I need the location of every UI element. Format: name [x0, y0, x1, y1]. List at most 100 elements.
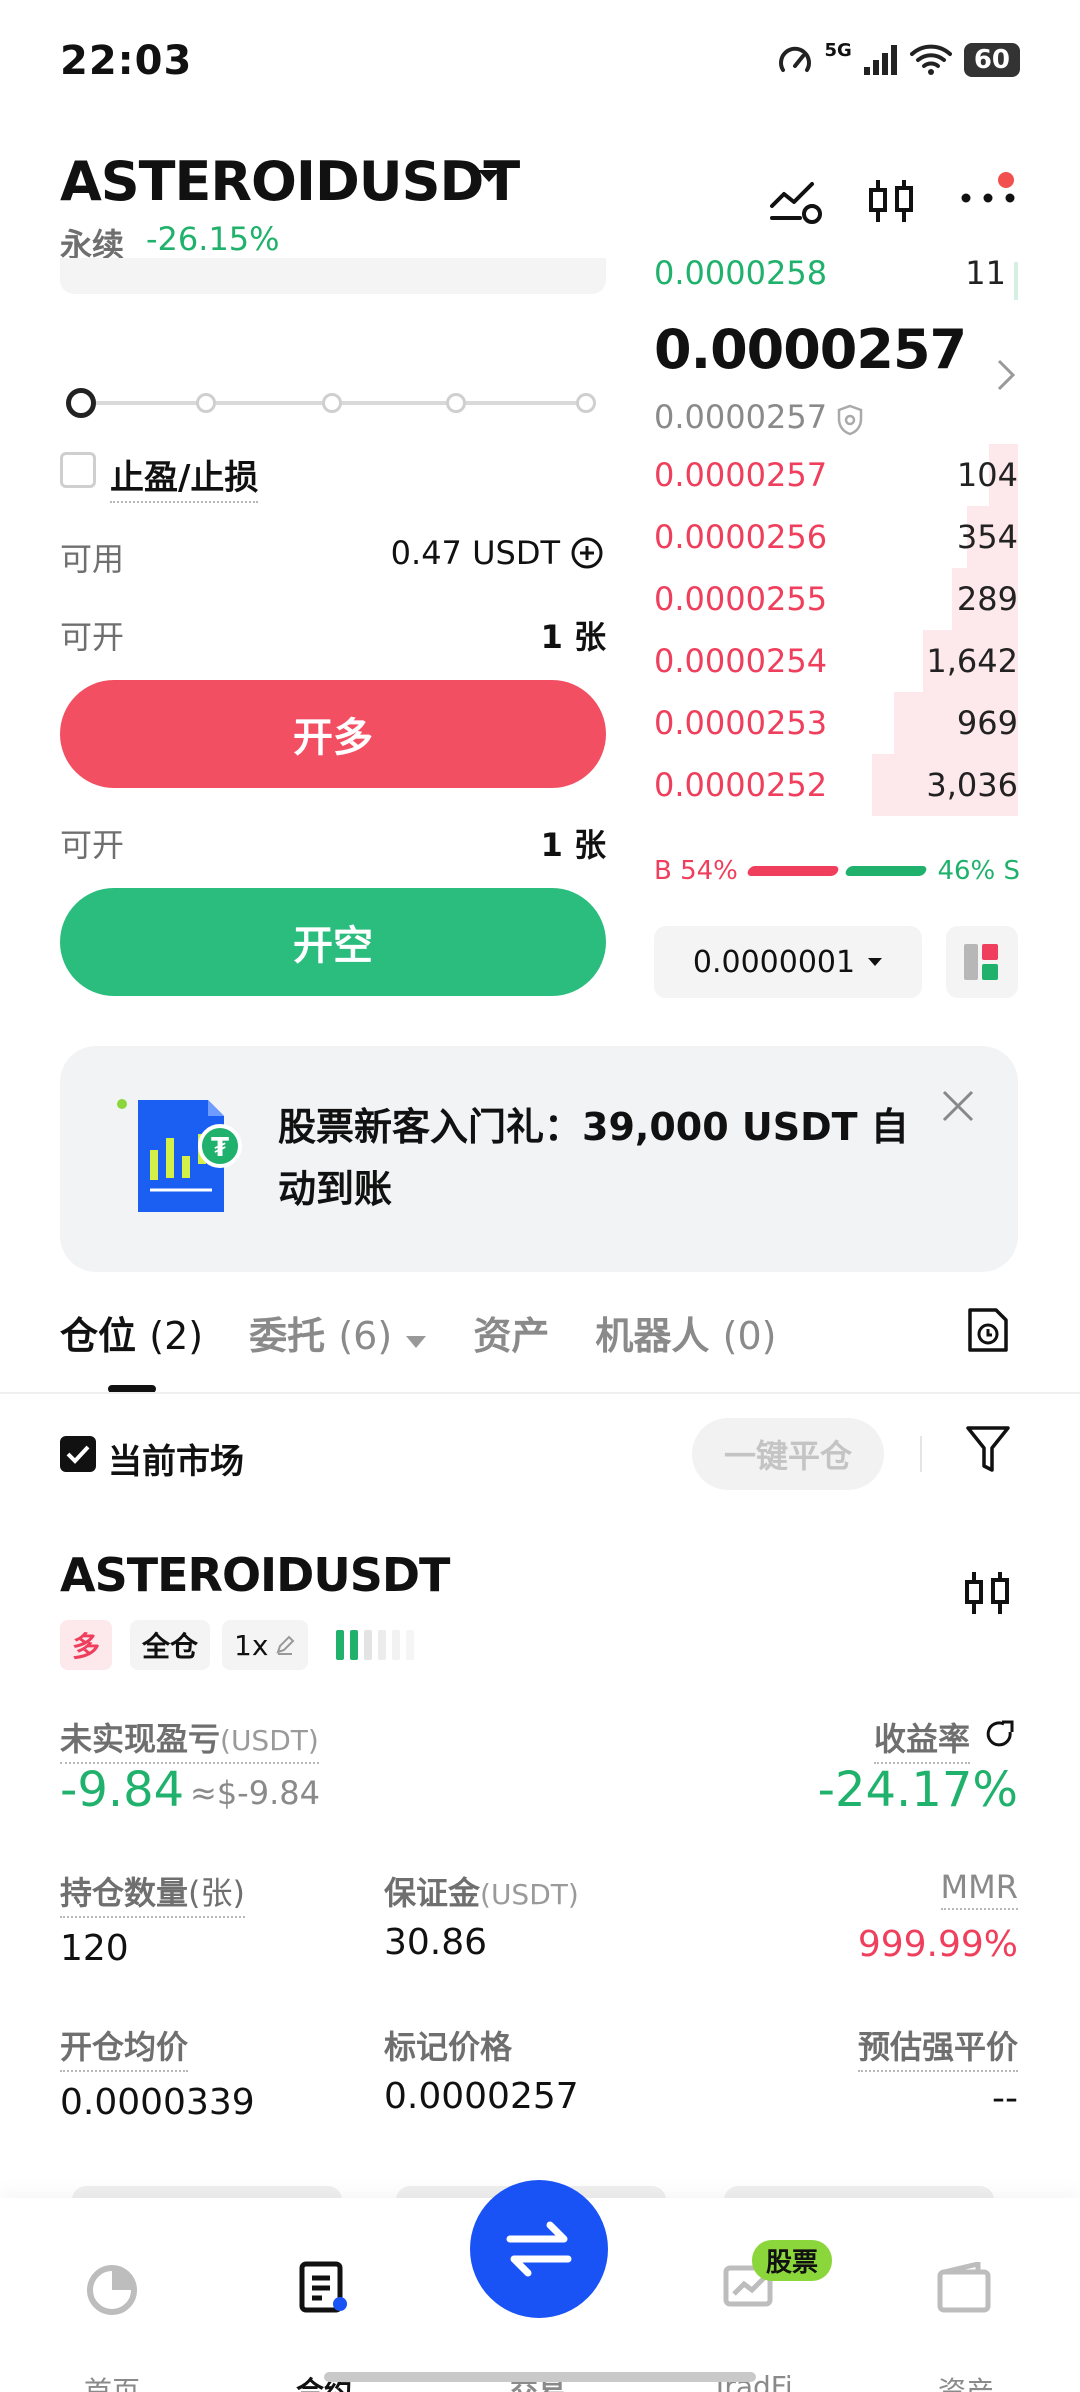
- bid-row[interactable]: 0.0000257 104: [654, 444, 1018, 506]
- slider-handle[interactable]: [66, 388, 96, 418]
- available-label: 可用: [60, 540, 125, 578]
- can-open-short-label: 可开: [60, 826, 125, 864]
- bid-qty: 969: [956, 704, 1018, 742]
- slider-step[interactable]: [446, 393, 466, 413]
- adl-bar: [350, 1630, 358, 1660]
- position-mark-price: 0.0000257: [384, 2076, 579, 2117]
- margin-mode-tag[interactable]: 全仓: [130, 1620, 211, 1670]
- slider-step[interactable]: [322, 393, 342, 413]
- bid-row[interactable]: 0.0000256 354: [654, 506, 1018, 568]
- current-market-label[interactable]: 当前市场: [108, 1434, 244, 1483]
- open-long-button[interactable]: 开多: [60, 680, 606, 788]
- unrealized-pnl-unit: (USDT): [220, 1724, 319, 1757]
- svg-text:₮: ₮: [211, 1133, 229, 1163]
- filter-divider: [920, 1436, 922, 1472]
- can-open-long-label: 可开: [60, 618, 125, 656]
- open-short-button[interactable]: 开空: [60, 888, 606, 996]
- tab-positions[interactable]: 仓位 (2): [60, 1305, 203, 1360]
- tab-label: 资产: [473, 1314, 550, 1358]
- bid-qty: 1,642: [926, 642, 1018, 680]
- history-icon[interactable]: [966, 1306, 1010, 1354]
- price-input-stub[interactable]: [60, 258, 606, 294]
- entry-price-value: 0.0000339: [60, 2082, 255, 2123]
- ask-qty: 11: [965, 254, 1006, 292]
- liq-price-label[interactable]: 预估强平价: [857, 2022, 1018, 2072]
- chart-settings-icon[interactable]: [768, 176, 824, 226]
- margin-label-text: 保证金: [384, 1874, 481, 1912]
- tick-size-value: 0.0000001: [692, 944, 856, 980]
- position-symbol[interactable]: ASTEROIDUSDT: [60, 1548, 450, 1602]
- home-indicator[interactable]: [324, 2372, 756, 2382]
- bid-qty: 3,036: [926, 766, 1018, 804]
- home-icon[interactable]: [84, 2262, 140, 2318]
- tab-label: 机器人: [595, 1314, 710, 1358]
- last-price[interactable]: 0.0000257: [654, 318, 967, 381]
- candlestick-icon[interactable]: [866, 176, 916, 226]
- side-tag: 多: [60, 1620, 113, 1670]
- mmr-label[interactable]: MMR: [940, 1868, 1018, 1910]
- filter-icon[interactable]: [964, 1424, 1012, 1476]
- share-icon[interactable]: [984, 1718, 1018, 1752]
- position-tabs: 仓位 (2) 委托 (6) 资产 机器人 (0): [60, 1305, 776, 1360]
- size-label[interactable]: 持仓数量(张): [60, 1868, 245, 1918]
- bid-row[interactable]: 0.0000254 1,642: [654, 630, 1018, 692]
- unrealized-pnl-value: -9.84: [60, 1762, 185, 1818]
- trade-fab-button[interactable]: [470, 2180, 608, 2318]
- close-all-button[interactable]: 一键平仓: [692, 1418, 884, 1490]
- unrealized-pnl-label[interactable]: 未实现盈亏(USDT): [60, 1714, 319, 1764]
- more-icon[interactable]: [958, 168, 1022, 228]
- contracts-icon[interactable]: [298, 2260, 350, 2314]
- buy-ratio: B 54%: [654, 856, 738, 886]
- can-open-long-value: 1 张: [540, 618, 606, 656]
- close-icon[interactable]: [940, 1088, 976, 1124]
- tick-size-select[interactable]: 0.0000001: [654, 926, 922, 998]
- margin-label[interactable]: 保证金(USDT): [384, 1868, 579, 1914]
- bid-qty: 104: [956, 456, 1018, 494]
- tab-bots[interactable]: 机器人 (0): [595, 1305, 776, 1360]
- promo-banner[interactable]: ₮ 股票新客入门礼：39,000 USDT 自动到账: [60, 1046, 1018, 1272]
- ask-price: 0.0000258: [654, 254, 828, 292]
- bid-row[interactable]: 0.0000253 969: [654, 692, 1018, 754]
- add-circle-icon[interactable]: [570, 536, 604, 570]
- tab-count: (0): [722, 1314, 777, 1358]
- adl-bar: [378, 1630, 386, 1660]
- check-icon: [66, 1445, 90, 1464]
- battery-indicator: 60: [963, 43, 1020, 77]
- tab-assets[interactable]: 资产: [473, 1305, 549, 1360]
- ask-depth-bar: [1014, 262, 1018, 300]
- roe-label[interactable]: 收益率: [873, 1714, 970, 1764]
- candlestick-icon[interactable]: [962, 1568, 1012, 1618]
- promo-text: 股票新客入门礼：39,000 USDT 自动到账: [278, 1105, 909, 1211]
- adl-bar: [406, 1630, 414, 1660]
- wallet-icon[interactable]: [936, 2262, 992, 2314]
- layout-icon: [964, 944, 998, 980]
- orderbook-layout-button[interactable]: [946, 926, 1018, 998]
- leverage-tag[interactable]: 1x: [222, 1620, 309, 1670]
- unrealized-pnl-usd: ≈$-9.84: [190, 1774, 320, 1812]
- nav-home[interactable]: 首页: [32, 2370, 192, 2392]
- chevron-right-icon[interactable]: [996, 358, 1016, 392]
- caret-down-icon[interactable]: [476, 168, 502, 184]
- tab-count: (2): [149, 1314, 204, 1358]
- bid-price: 0.0000252: [654, 766, 828, 804]
- tab-orders[interactable]: 委托 (6): [249, 1305, 427, 1360]
- ask-row[interactable]: 0.0000258 11: [654, 250, 1018, 300]
- bid-row[interactable]: 0.0000252 3,036: [654, 754, 1018, 816]
- bid-row[interactable]: 0.0000255 289: [654, 568, 1018, 630]
- nav-assets[interactable]: 资产: [886, 2370, 1046, 2392]
- mmr-value: 999.99%: [857, 1924, 1018, 1965]
- tp-sl-checkbox[interactable]: [60, 452, 96, 488]
- caret-down-icon: [868, 958, 883, 966]
- slider-step[interactable]: [196, 393, 216, 413]
- stock-chart-icon: ₮: [117, 1099, 242, 1212]
- bid-qty: 289: [956, 580, 1018, 618]
- status-icons: 5G 60: [777, 40, 1020, 78]
- bid-price: 0.0000257: [654, 456, 828, 494]
- tp-sl-label[interactable]: 止盈/止损: [110, 450, 259, 503]
- current-market-checkbox[interactable]: [60, 1436, 96, 1472]
- pair-title[interactable]: ASTEROIDUSDT: [60, 150, 520, 213]
- slider-step[interactable]: [576, 393, 596, 413]
- liq-price-value: --: [992, 2078, 1018, 2119]
- adl-bar: [364, 1630, 372, 1660]
- entry-price-label[interactable]: 开仓均价: [60, 2022, 189, 2072]
